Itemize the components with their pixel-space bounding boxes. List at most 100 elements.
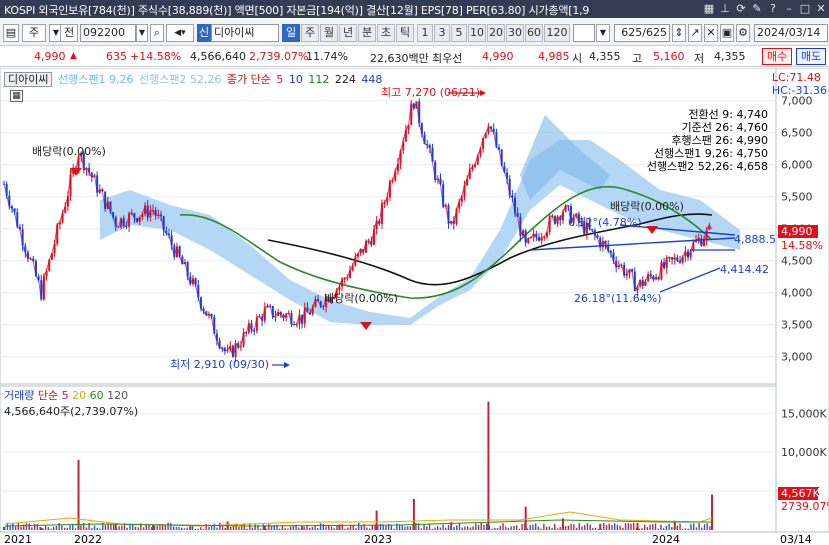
table-icon[interactable]: ▦ — [10, 90, 23, 102]
search-icon[interactable]: ⌕ — [150, 24, 164, 42]
maximize-icon[interactable]: □ — [797, 0, 813, 18]
candle-body — [370, 240, 373, 245]
chart-menu-icon[interactable]: ▤ — [3, 24, 19, 42]
candle-body — [170, 235, 173, 246]
chart-area[interactable]: 최고 7,270 (06/21) 최저 2,910 (09/30) 배당락(0.… — [0, 67, 829, 545]
stock-name-field[interactable]: 디아이씨 — [211, 24, 279, 42]
volume-bar-minor — [458, 522, 461, 530]
settings-icon[interactable]: ⚙ — [736, 24, 750, 42]
period-tab-second[interactable]: 초 — [377, 24, 395, 42]
prev-button[interactable]: 전 — [60, 24, 78, 42]
interval-1[interactable]: 1 — [417, 24, 433, 42]
interval-60[interactable]: 60 — [525, 24, 543, 42]
volume-bar-minor — [224, 528, 226, 530]
volume-legend-p120[interactable]: 120 — [107, 389, 128, 402]
candle-body — [279, 312, 282, 316]
sell-button[interactable]: 매도 — [796, 48, 827, 65]
help-icon[interactable]: ? — [765, 0, 781, 18]
candle-body — [705, 229, 708, 240]
interval-30[interactable]: 30 — [506, 24, 524, 42]
pencil-icon[interactable]: ✎ — [749, 0, 765, 18]
volume-bar-minor — [170, 523, 172, 530]
volume-bar-minor — [624, 523, 627, 530]
grid-icon[interactable]: ▦ — [701, 0, 717, 18]
pin-icon[interactable]: ⊥ — [717, 0, 733, 18]
candle-body — [615, 260, 618, 268]
high-annotation: 최고 7,270 (06/21) — [381, 86, 480, 99]
candle-body — [391, 180, 394, 182]
period-tab-year[interactable]: 년 — [339, 24, 357, 42]
price-tick-label: 5,500 — [781, 191, 813, 204]
zoom-icon[interactable]: ⇕ — [672, 24, 686, 42]
candle-body — [551, 215, 554, 217]
volume-bar-minor — [300, 528, 303, 530]
volume-bar-minor — [456, 525, 458, 530]
legend-item-3[interactable]: 5 — [276, 73, 283, 86]
draw-icon[interactable]: ↗ — [688, 24, 702, 42]
period-tab-month[interactable]: 월 — [320, 24, 338, 42]
candle-body — [181, 256, 184, 265]
period-tab-week[interactable]: 주 — [301, 24, 319, 42]
volume-legend-ma[interactable]: 단순 — [38, 389, 58, 402]
period-tab-day[interactable]: 일 — [282, 24, 300, 42]
volume-bar-minor — [535, 523, 537, 530]
speaker-icon[interactable]: ◀▾ — [166, 24, 194, 42]
buy-button[interactable]: 매수 — [762, 48, 793, 65]
up-arrow-icon: ▲ — [70, 51, 77, 61]
count-field[interactable]: 625/625 — [614, 24, 670, 42]
div-annotation-1: 배당락(0.00%) — [32, 145, 106, 158]
period-tab-minute[interactable]: 분 — [358, 24, 376, 42]
stock-info-text: KOSPI 외국인보유[784(천)] 주식수[38,889(천)] 액면[50… — [4, 4, 590, 17]
volume-legend-p20[interactable]: 20 — [72, 389, 86, 402]
volume-legend-p60[interactable]: 60 — [90, 389, 104, 402]
code-dropdown-icon[interactable]: ▼ — [136, 24, 148, 42]
interval-5[interactable]: 5 — [451, 24, 467, 42]
reset-icon[interactable]: ⟳ — [733, 0, 749, 18]
ichimoku-label-1: 기준선 26: 4,760 — [681, 121, 768, 134]
candle-body — [93, 175, 96, 178]
save-icon[interactable]: ▣ — [720, 24, 734, 42]
date-field[interactable]: 2024/03/14 — [754, 24, 828, 42]
candle-body — [495, 132, 498, 148]
blank-field[interactable] — [573, 24, 595, 42]
volume-bar — [487, 401, 490, 530]
legend-item-4[interactable]: 10 — [289, 73, 303, 86]
volume-bar-minor — [483, 525, 485, 530]
legend-item-6[interactable]: 224 — [335, 73, 356, 86]
legend-item-5[interactable]: 112 — [308, 73, 329, 86]
crosshair-icon[interactable]: ✕ — [704, 24, 718, 42]
interval-10[interactable]: 10 — [468, 24, 486, 42]
candle-body — [620, 264, 623, 266]
volume-bar-minor — [447, 525, 450, 530]
interval-20[interactable]: 20 — [487, 24, 505, 42]
legend-item-1[interactable]: 선행스팬2 52,26 — [139, 73, 221, 86]
close-icon[interactable]: ✕ — [813, 0, 829, 18]
candle-body — [258, 316, 261, 318]
volume-bar-minor — [706, 523, 708, 530]
legend-item-7[interactable]: 448 — [361, 73, 382, 86]
candle-body — [189, 276, 192, 285]
volume-bar-minor — [510, 526, 512, 530]
volume-bar-minor — [548, 526, 551, 530]
legend-item-0[interactable]: 선행스팬1 9,26 — [58, 73, 133, 86]
volume-bar-minor — [676, 525, 678, 530]
legend-stock-name[interactable]: 디아이씨 — [4, 72, 53, 87]
candle-body — [314, 299, 317, 307]
legend-item-2[interactable]: 종가 단순 — [227, 73, 271, 86]
volume-legend-label[interactable]: 거래량 — [4, 389, 34, 402]
period-tab-tick[interactable]: 틱 — [396, 24, 414, 42]
interval-120[interactable]: 120 — [544, 24, 570, 42]
minimize-icon[interactable]: – — [781, 0, 797, 18]
chevron-down-icon[interactable]: ▼ — [596, 24, 610, 42]
volume-bar-minor — [110, 523, 112, 530]
interval-3[interactable]: 3 — [434, 24, 450, 42]
volume-legend-p5[interactable]: 5 — [62, 389, 69, 402]
candle-body — [42, 276, 45, 300]
chart-svg[interactable]: 최고 7,270 (06/21) 최저 2,910 (09/30) 배당락(0.… — [0, 67, 829, 545]
low-label: 저 — [694, 52, 705, 65]
hc-value: HC:-31.36 — [771, 84, 827, 97]
stock-code-input[interactable]: 092200 — [80, 24, 136, 42]
market-type-select[interactable]: 주 — [22, 24, 46, 42]
price-legend: 디아이씨 선행스팬1 9,26 선행스팬2 52,26 종가 단순 5 10 1… — [4, 71, 384, 87]
volume-bar-minor — [586, 522, 589, 530]
